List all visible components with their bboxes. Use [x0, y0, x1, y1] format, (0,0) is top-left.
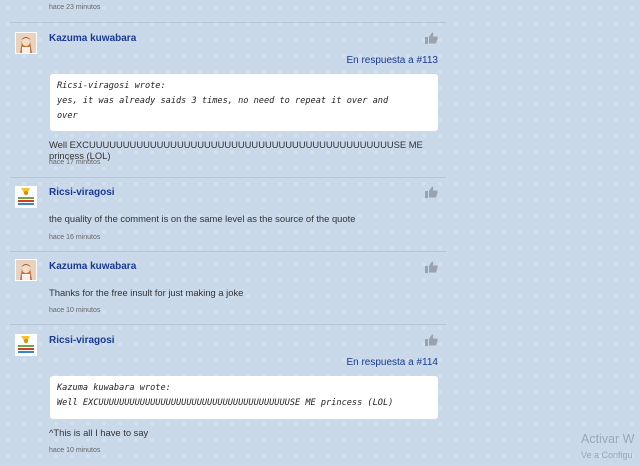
avatar[interactable] — [15, 259, 37, 281]
comment-author[interactable]: Kazuma kuwabara — [49, 33, 136, 44]
quote-block: Kazuma kuwabara wrote: Well EXCUUUUUUUUU… — [50, 376, 438, 419]
avatar[interactable] — [15, 186, 37, 208]
avatar-ricsi — [16, 335, 36, 355]
quote-block: Ricsi-viragosi wrote: yes, it was alread… — [50, 74, 438, 131]
comment-divider — [10, 324, 446, 325]
activation-watermark-title: Activar W — [581, 432, 635, 446]
comment-divider — [10, 251, 446, 252]
comment-body: the quality of the comment is on the sam… — [49, 213, 356, 224]
comment-timestamp: hace 17 minutos — [49, 159, 101, 166]
comment-timestamp: hace 16 minutos — [49, 234, 101, 241]
quote-line: Ricsi-viragosi wrote: — [57, 81, 166, 91]
comment-author[interactable]: Ricsi-viragosi — [49, 187, 115, 198]
quote-line: Kazuma kuwabara wrote: — [57, 383, 171, 393]
avatar[interactable] — [15, 334, 37, 356]
activation-watermark-subtitle: Ve a Configu — [581, 450, 633, 460]
comment-body: Thanks for the free insult for just maki… — [49, 287, 244, 298]
comment-author[interactable]: Ricsi-viragosi — [49, 335, 115, 346]
avatar-kazuma — [16, 260, 36, 280]
comment-divider — [10, 177, 446, 178]
avatar-ricsi — [16, 187, 36, 207]
thumbs-up-icon[interactable] — [425, 261, 438, 273]
comment-timestamp: hace 10 minutos — [49, 447, 101, 454]
quote-line: over — [57, 111, 78, 121]
comment-body: Well EXCUUUUUUUUUUUUUUUUUUUUUUUUUUUUUUUU… — [49, 139, 423, 161]
comment-divider — [10, 22, 446, 23]
avatar-kazuma — [16, 33, 36, 53]
comment-timestamp: hace 23 minutos — [49, 4, 101, 11]
thumbs-up-icon[interactable] — [425, 32, 438, 44]
thumbs-up-icon[interactable] — [425, 334, 438, 346]
reply-to-link[interactable]: En respuesta a #113 — [346, 55, 438, 66]
quote-line: yes, it was already saids 3 times, no ne… — [57, 96, 389, 106]
reply-to-link[interactable]: En respuesta a #114 — [346, 357, 438, 368]
comment-body: ^This is all I have to say — [49, 427, 149, 438]
thumbs-up-icon[interactable] — [425, 186, 438, 198]
comment-timestamp: hace 10 minutos — [49, 307, 101, 314]
comment-author[interactable]: Kazuma kuwabara — [49, 261, 136, 272]
quote-line: Well EXCUUUUUUUUUUUUUUUUUUUUUUUUUUUUUUUU… — [57, 398, 394, 408]
avatar[interactable] — [15, 32, 37, 54]
